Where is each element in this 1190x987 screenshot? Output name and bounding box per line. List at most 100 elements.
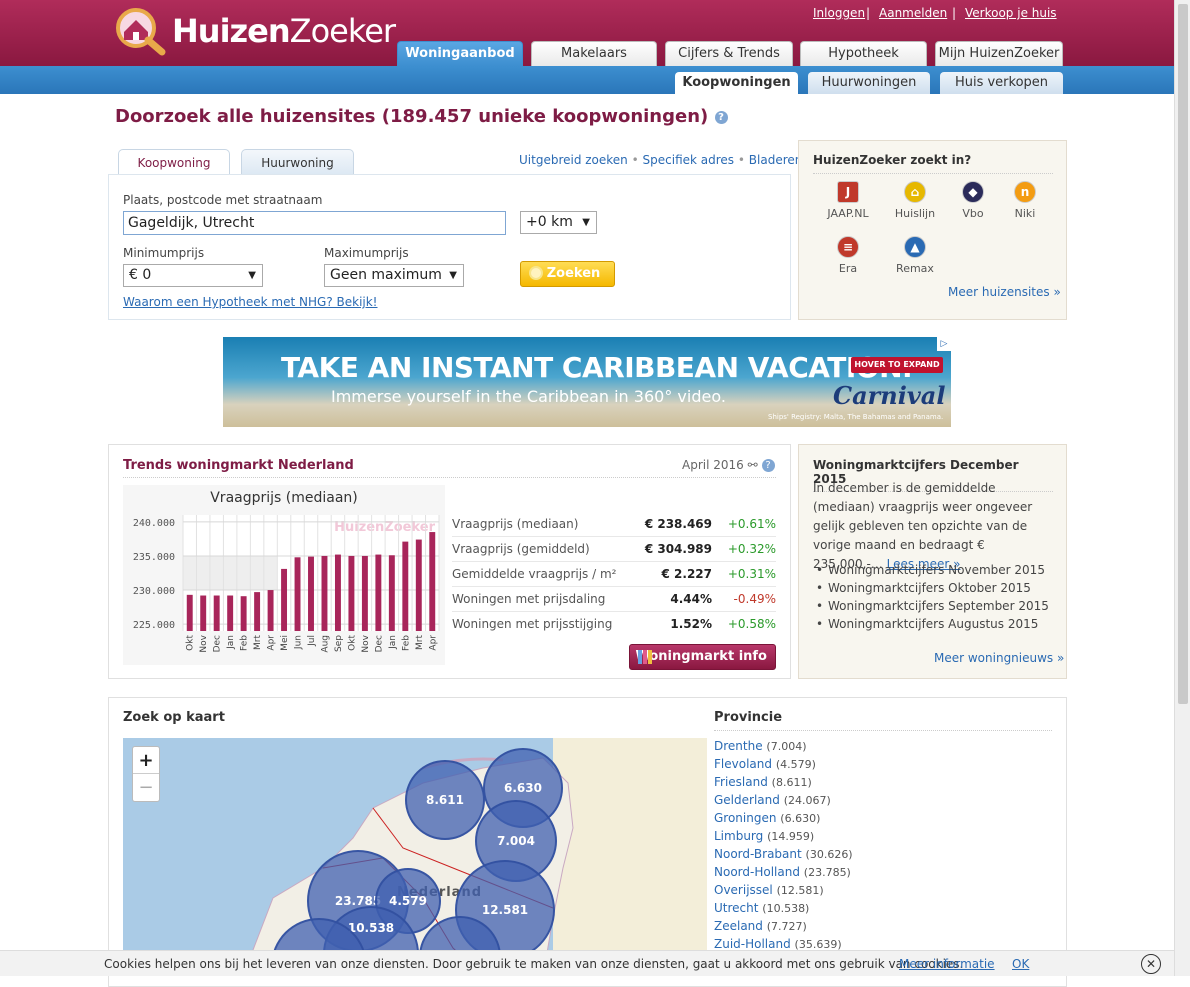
subtab-huis-verkopen[interactable]: Huis verkopen <box>940 72 1063 94</box>
province-count: (8.611) <box>771 776 812 789</box>
cookie-more-link[interactable]: Meer informatie <box>899 951 995 977</box>
ad-subline: Immerse yourself in the Caribbean in 360… <box>331 387 726 406</box>
province-link[interactable]: Drenthe <box>714 739 763 753</box>
x-tick-label: Jun <box>294 635 304 650</box>
map-cluster[interactable]: 8.611 <box>405 760 485 840</box>
province-link[interactable]: Utrecht <box>714 901 758 915</box>
x-tick-label: Okt <box>347 635 357 651</box>
help-icon[interactable]: ? <box>761 459 775 472</box>
province-item[interactable]: Zuid-Holland (35.639) <box>714 937 842 951</box>
chart-bar <box>348 555 355 631</box>
max-price-label: Maximumprijs <box>324 246 409 260</box>
province-item[interactable]: Noord-Brabant (30.626) <box>714 847 853 861</box>
trend-row: Woningen met prijsdaling 4.44% -0.49% <box>452 587 776 612</box>
news-item[interactable]: Woningmarktcijfers November 2015 <box>816 563 1045 577</box>
bladeren-link[interactable]: Bladeren <box>749 153 803 167</box>
site-jaap[interactable]: J JAAP.NL <box>818 181 878 220</box>
province-link[interactable]: Overijssel <box>714 883 773 897</box>
login-link[interactable]: Inloggen <box>813 6 865 20</box>
zoom-out-button[interactable]: − <box>133 774 159 801</box>
province-item[interactable]: Zeeland (7.727) <box>714 919 807 933</box>
radius-select[interactable]: +0 km ▼ <box>520 211 597 234</box>
news-item[interactable]: Woningmarktcijfers Augustus 2015 <box>816 617 1038 631</box>
tab-hypotheek[interactable]: Hypotheek <box>800 41 927 66</box>
province-count: (24.067) <box>783 794 831 807</box>
province-item[interactable]: Gelderland (24.067) <box>714 793 831 807</box>
woningmarkt-info-button[interactable]: Woningmarkt info <box>629 644 776 670</box>
place-input[interactable]: Gageldijk, Utrecht <box>123 211 506 235</box>
province-link[interactable]: Noord-Brabant <box>714 847 802 861</box>
link-icon[interactable]: ⚯ <box>748 458 758 472</box>
province-item[interactable]: Friesland (8.611) <box>714 775 812 789</box>
province-item[interactable]: Overijssel (12.581) <box>714 883 824 897</box>
province-item[interactable]: Noord-Holland (23.785) <box>714 865 851 879</box>
province-link[interactable]: Zuid-Holland <box>714 937 791 951</box>
house-icon: ⌂ <box>904 181 926 203</box>
search-button[interactable]: Zoeken <box>520 261 615 287</box>
tab-huurwoning[interactable]: Huurwoning <box>241 149 354 175</box>
more-sites-link[interactable]: Meer huizensites » <box>948 285 1061 299</box>
trends-date: April 2016 ⚯ ? <box>682 458 775 472</box>
tab-mijn-huizenzoeker[interactable]: Mijn HuizenZoeker <box>935 41 1063 66</box>
news-item[interactable]: Woningmarktcijfers Oktober 2015 <box>816 581 1031 595</box>
x-tick-label: Okt <box>186 635 196 651</box>
site-vbo[interactable]: ◆ Vbo <box>943 181 1003 220</box>
subtab-koopwoningen[interactable]: Koopwoningen <box>675 72 798 94</box>
province-link[interactable]: Flevoland <box>714 757 772 771</box>
tab-makelaars[interactable]: Makelaars <box>531 41 657 66</box>
province-link[interactable]: Friesland <box>714 775 768 789</box>
province-count: (14.959) <box>767 830 815 843</box>
province-item[interactable]: Drenthe (7.004) <box>714 739 807 753</box>
province-link[interactable]: Groningen <box>714 811 776 825</box>
province-link[interactable]: Zeeland <box>714 919 763 933</box>
province-item[interactable]: Flevoland (4.579) <box>714 757 816 771</box>
scrollbar[interactable] <box>1174 0 1190 976</box>
site-era[interactable]: ≡ Era <box>818 236 878 275</box>
province-item[interactable]: Groningen (6.630) <box>714 811 820 825</box>
chart-bar <box>321 555 328 631</box>
chart-bar <box>281 568 288 631</box>
ad-expand-button[interactable]: HOVER TO EXPAND <box>851 357 943 373</box>
province-item[interactable]: Limburg (14.959) <box>714 829 814 843</box>
uitgebreid-zoeken-link[interactable]: Uitgebreid zoeken <box>519 153 628 167</box>
min-price-select[interactable]: € 0 ▼ <box>123 264 263 287</box>
max-price-select[interactable]: Geen maximum ▼ <box>324 264 464 287</box>
scrollbar-thumb[interactable] <box>1178 4 1188 704</box>
advertisement-banner[interactable]: TAKE AN INSTANT CARIBBEAN VACATION. Imme… <box>223 337 951 427</box>
x-tick-label: Apr <box>267 635 277 651</box>
sell-house-link[interactable]: Verkoop je huis <box>965 6 1057 20</box>
site-remax[interactable]: ▲ Remax <box>885 236 945 275</box>
chart-bar <box>294 557 301 631</box>
adchoices-icon[interactable]: ▷ <box>937 337 951 351</box>
cookie-ok-link[interactable]: OK <box>1012 951 1029 977</box>
zoom-in-button[interactable]: + <box>133 747 159 774</box>
x-tick-label: Feb <box>240 635 250 651</box>
subtab-huurwoningen[interactable]: Huurwoningen <box>808 72 930 94</box>
logo[interactable]: HuizenZoeker <box>112 4 396 56</box>
help-icon[interactable]: ? <box>714 110 728 124</box>
tab-koopwoning[interactable]: Koopwoning <box>118 149 230 175</box>
register-link[interactable]: Aanmelden <box>879 6 947 20</box>
page-title: Doorzoek alle huizensites (189.457 uniek… <box>115 106 728 127</box>
map-title: Zoek op kaart <box>123 710 225 725</box>
nhg-link[interactable]: Waarom een Hypotheek met NHG? Bekijk! <box>123 295 378 309</box>
vbo-icon: ◆ <box>962 181 984 203</box>
site-niki[interactable]: n Niki <box>995 181 1055 220</box>
specifiek-adres-link[interactable]: Specifiek adres <box>643 153 735 167</box>
netherlands-map[interactable]: + − Nederland 8.611 6.630 7.004 23.785 4… <box>123 738 707 976</box>
province-link[interactable]: Noord-Holland <box>714 865 800 879</box>
tab-cijfers-trends[interactable]: Cijfers & Trends <box>665 41 793 66</box>
province-item[interactable]: Utrecht (10.538) <box>714 901 809 915</box>
ad-fineprint: Ships' Registry: Malta, The Bahamas and … <box>768 413 944 421</box>
province-title: Provincie <box>714 710 1052 731</box>
more-news-link[interactable]: Meer woningnieuws » <box>934 651 1064 665</box>
tab-woningaanbod[interactable]: Woningaanbod <box>397 41 523 66</box>
chart-bar <box>429 532 436 631</box>
news-item[interactable]: Woningmarktcijfers September 2015 <box>816 599 1049 613</box>
province-link[interactable]: Gelderland <box>714 793 780 807</box>
zoom-control: + − <box>132 746 160 802</box>
province-link[interactable]: Limburg <box>714 829 763 843</box>
site-huislijn[interactable]: ⌂ Huislijn <box>885 181 945 220</box>
chevron-down-icon: ▼ <box>449 270 457 281</box>
close-icon[interactable]: ✕ <box>1141 954 1161 974</box>
